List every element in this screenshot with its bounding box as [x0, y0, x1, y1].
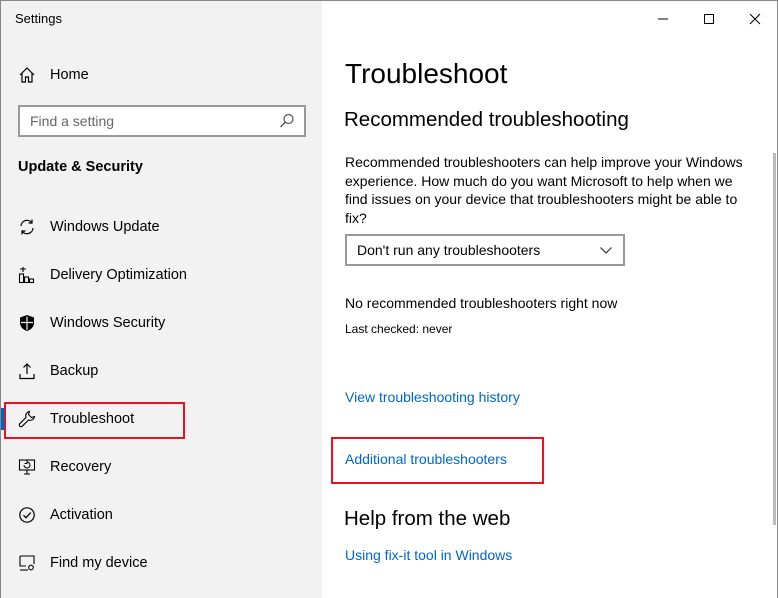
activation-icon: [18, 506, 36, 524]
find-device-icon: [18, 554, 36, 572]
sidebar-item-delivery-optimization[interactable]: Delivery Optimization: [1, 251, 322, 299]
sidebar-item-label: Find my device: [50, 555, 148, 571]
sidebar-item-backup[interactable]: Backup: [1, 347, 322, 395]
maximize-button[interactable]: [686, 5, 732, 33]
sidebar-item-label: Recovery: [50, 459, 112, 475]
search-box[interactable]: [18, 105, 306, 137]
sidebar-item-label: Delivery Optimization: [50, 267, 187, 283]
backup-icon: [18, 362, 36, 380]
no-recommended-text: No recommended troubleshooters right now: [345, 295, 618, 311]
sidebar-item-label: Backup: [50, 363, 99, 379]
sidebar: Settings Home Update & Security Windows …: [1, 1, 322, 598]
help-heading: Help from the web: [344, 507, 511, 530]
sidebar-home[interactable]: Home: [18, 63, 89, 87]
dropdown-value: Don't run any troubleshooters: [357, 242, 541, 258]
scrollbar[interactable]: [773, 153, 776, 525]
view-history-link[interactable]: View troubleshooting history: [345, 389, 520, 405]
close-icon: [749, 13, 761, 25]
search-input[interactable]: [30, 113, 278, 129]
maximize-icon: [704, 14, 714, 24]
sidebar-nav: Windows Update Delivery Optimization Win…: [1, 203, 322, 587]
sidebar-item-label: Windows Security: [50, 315, 166, 331]
minimize-button[interactable]: [640, 5, 686, 33]
sidebar-item-activation[interactable]: Activation: [1, 491, 322, 539]
close-button[interactable]: [732, 5, 778, 33]
highlight-troubleshoot: [4, 402, 185, 439]
sidebar-home-label: Home: [50, 67, 89, 83]
recommended-heading: Recommended troubleshooting: [344, 108, 629, 131]
sidebar-item-windows-update[interactable]: Windows Update: [1, 203, 322, 251]
fixit-tool-link[interactable]: Using fix-it tool in Windows: [345, 547, 512, 563]
minimize-icon: [658, 18, 668, 20]
home-icon: [18, 66, 36, 84]
page-title: Troubleshoot: [345, 58, 508, 89]
sidebar-item-recovery[interactable]: Recovery: [1, 443, 322, 491]
recommended-description: Recommended troubleshooters can help imp…: [345, 154, 743, 226]
recovery-icon: [18, 458, 36, 476]
sync-icon: [18, 218, 36, 236]
shield-icon: [18, 314, 36, 332]
window-title: Settings: [15, 11, 62, 26]
delivery-icon: [18, 266, 36, 284]
sidebar-item-label: Windows Update: [50, 219, 160, 235]
section-title: Update & Security: [18, 159, 143, 175]
chevron-down-icon: [599, 243, 613, 257]
settings-window: Settings Home Update & Security Windows …: [0, 0, 778, 598]
last-checked-text: Last checked: never: [345, 322, 453, 336]
main-content: Troubleshoot Recommended troubleshooting…: [322, 1, 777, 598]
sidebar-item-find-my-device[interactable]: Find my device: [1, 539, 322, 587]
highlight-additional-troubleshooters: [331, 437, 544, 484]
troubleshooter-preference-dropdown[interactable]: Don't run any troubleshooters: [345, 234, 625, 266]
sidebar-item-label: Activation: [50, 507, 113, 523]
search-icon[interactable]: [278, 112, 296, 130]
sidebar-item-windows-security[interactable]: Windows Security: [1, 299, 322, 347]
